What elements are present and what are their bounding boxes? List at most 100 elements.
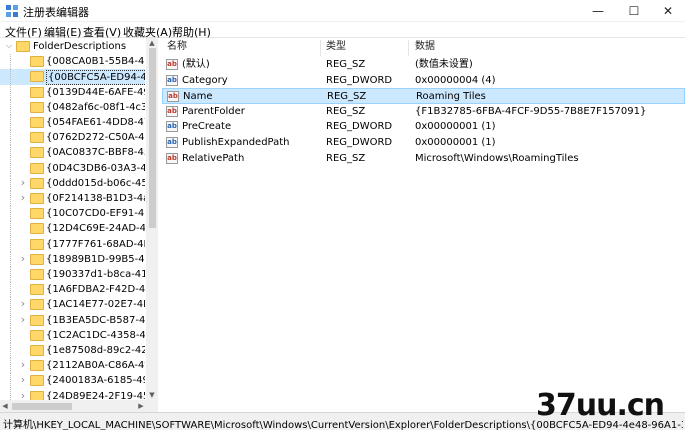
tree-connector	[10, 160, 11, 176]
tree-item-label: FolderDescriptions	[33, 41, 127, 52]
value-row[interactable]: ab ParentFolder REG_SZ {F1B32785-6FBA-4FCF-…	[162, 104, 685, 120]
tree-item[interactable]: {1C2AC1DC-4358-4B6C	[0, 327, 145, 343]
tree-hscroll-thumb[interactable]	[12, 403, 72, 410]
value-type: REG_SZ	[326, 152, 366, 164]
tree-item[interactable]: › {1B3EA5DC-B587-4786	[0, 312, 145, 328]
tree-item-label: {0762D272-C50A-4BB0	[46, 132, 145, 144]
tree-connector	[10, 175, 11, 191]
chevron-right-icon[interactable]: ›	[18, 192, 28, 204]
value-type: REG_SZ	[326, 105, 366, 117]
chevron-right-icon[interactable]: ›	[18, 359, 28, 371]
folder-icon	[30, 208, 44, 220]
column-divider[interactable]	[320, 40, 321, 56]
tree-item[interactable]: {1A6FDBA2-F42D-4358	[0, 282, 145, 298]
value-row[interactable]: ab PublishExpandedPath REG_DWORD 0x00000001…	[162, 135, 685, 151]
tree-item-label: {054FAE61-4DD8-4787-	[46, 117, 145, 128]
value-row[interactable]: ab Category REG_DWORD 0x00000004 (4)	[162, 73, 685, 89]
tree-item[interactable]: › {1AC14E77-02E7-4E5D-	[0, 297, 145, 313]
value-data: Microsoft\Windows\RoamingTiles	[415, 152, 579, 164]
tree-connector	[10, 115, 11, 130]
folder-icon	[30, 162, 44, 174]
value-data: (数值未设置)	[415, 59, 473, 70]
tree-item[interactable]: {0139D44E-6AFE-49F2-	[0, 84, 145, 100]
tree-item[interactable]: {0AC0837C-BBF8-452A	[0, 145, 145, 161]
tree-item[interactable]: {190337d1-b8ca-4121-	[0, 267, 145, 282]
tree-item[interactable]: {0D4C3DB6-03A3-462F	[0, 160, 145, 176]
chevron-right-icon[interactable]: ›	[18, 252, 28, 265]
tree-item-label: {1e87508d-89c2-42f0-8	[46, 345, 145, 356]
tree-item[interactable]: › {2400183A-6185-49FB-	[0, 373, 145, 389]
tree-item-label: {10C07CD0-EF91-4567-	[46, 208, 145, 220]
close-button[interactable]: ✕	[651, 0, 685, 22]
tree-item[interactable]: {12D4C69E-24AD-4923	[0, 221, 145, 237]
tree-item[interactable]: {00BCFC5A-ED94-4e48-	[0, 69, 145, 85]
chevron-down-icon[interactable]: ⌵	[4, 40, 14, 52]
maximize-button[interactable]: ☐	[617, 0, 651, 22]
folder-icon	[30, 345, 44, 356]
reg-dword-icon: ab	[166, 137, 178, 148]
values-list[interactable]: 名称 类型 数据 ab (默认) REG_SZ (数值未设置) ab Category RE…	[162, 38, 685, 412]
tree-item-label: {2400183A-6185-49FB-	[46, 375, 145, 387]
tree-item-label: {0ddd015d-b06c-45d5-	[46, 177, 145, 189]
tree-item-label: {2112AB0A-C86A-4ffe-A	[46, 360, 145, 372]
folder-icon	[30, 375, 44, 387]
tree-item-label: {12D4C69E-24AD-4923	[46, 223, 145, 235]
column-header-type[interactable]: 类型	[326, 40, 346, 56]
value-row[interactable]: ab PreCreate REG_DWORD 0x00000001 (1)	[162, 119, 685, 135]
folder-icon	[30, 177, 44, 189]
value-row[interactable]: ab Name REG_SZ Roaming Tiles	[162, 88, 685, 104]
tree-connector	[10, 206, 11, 222]
chevron-right-icon[interactable]: ›	[18, 176, 28, 189]
reg-string-icon: ab	[166, 59, 178, 70]
value-name: (默认)	[182, 59, 210, 70]
tree-item-label: {0AC0837C-BBF8-452A	[46, 147, 145, 159]
value-name: RelativePath	[182, 152, 245, 164]
chevron-right-icon[interactable]: ›	[18, 298, 28, 310]
tree-item[interactable]: {10C07CD0-EF91-4567-	[0, 206, 145, 222]
reg-string-icon: ab	[166, 105, 178, 117]
tree-item[interactable]: {0762D272-C50A-4BB0	[0, 130, 145, 146]
minimize-button[interactable]: —	[581, 0, 615, 22]
tree-connector	[10, 373, 11, 389]
column-divider[interactable]	[408, 40, 409, 56]
tree-item[interactable]: › {0F214138-B1D3-4a90-	[0, 191, 145, 206]
chevron-right-icon[interactable]: ›	[18, 374, 28, 386]
scroll-right-arrow-icon[interactable]: ▶	[136, 400, 146, 412]
folder-icon	[30, 269, 44, 280]
tree-item[interactable]: › {0ddd015d-b06c-45d5-	[0, 175, 145, 191]
tree-item[interactable]: › {2112AB0A-C86A-4ffe-A	[0, 358, 145, 374]
value-name: Category	[182, 74, 228, 86]
column-header-data[interactable]: 数据	[415, 40, 435, 56]
value-name: ParentFolder	[182, 105, 245, 117]
tree-item-label: {0482af6c-08f1-4c34-8	[46, 101, 145, 113]
value-name: PublishExpandedPath	[182, 137, 290, 148]
folder-icon	[30, 253, 44, 265]
value-row[interactable]: ab RelativePath REG_SZ Microsoft\Windows\Ro…	[162, 151, 685, 167]
window-title: 注册表编辑器	[23, 6, 89, 19]
tree-item[interactable]: {1e87508d-89c2-42f0-8	[0, 343, 145, 358]
folder-icon	[30, 329, 44, 341]
tree-root-item[interactable]: ⌵ FolderDescriptions	[0, 39, 145, 54]
tree-scroll-thumb[interactable]	[149, 48, 156, 228]
tree-item[interactable]: {054FAE61-4DD8-4787-	[0, 115, 145, 130]
value-row[interactable]: ab (默认) REG_SZ (数值未设置)	[162, 57, 685, 73]
tree-item-label: {1777F761-68AD-4D8A	[46, 238, 145, 250]
folder-icon	[30, 71, 44, 83]
tree-connector	[10, 236, 11, 252]
folder-icon	[30, 223, 44, 235]
column-header-name[interactable]: 名称	[167, 40, 187, 56]
chevron-right-icon[interactable]: ›	[18, 313, 28, 326]
key-tree[interactable]: ⌵ FolderDescriptions {008CA0B1-55B4-4C56…	[0, 38, 158, 412]
scroll-up-arrow-icon[interactable]: ▲	[146, 38, 158, 48]
reg-string-icon: ab	[166, 152, 178, 164]
scroll-left-arrow-icon[interactable]: ◀	[0, 400, 10, 412]
tree-item[interactable]: {0482af6c-08f1-4c34-8	[0, 99, 145, 115]
tree-item[interactable]: › {18989B1D-99B5-455B	[0, 251, 145, 267]
value-type: REG_DWORD	[326, 137, 393, 148]
value-data: Roaming Tiles	[416, 91, 486, 103]
tree-connector	[10, 297, 11, 313]
tree-item[interactable]: {1777F761-68AD-4D8A	[0, 236, 145, 252]
tree-connector	[10, 99, 11, 115]
tree-item[interactable]: {008CA0B1-55B4-4C56-	[0, 54, 145, 70]
scroll-down-arrow-icon[interactable]: ▼	[146, 390, 158, 400]
